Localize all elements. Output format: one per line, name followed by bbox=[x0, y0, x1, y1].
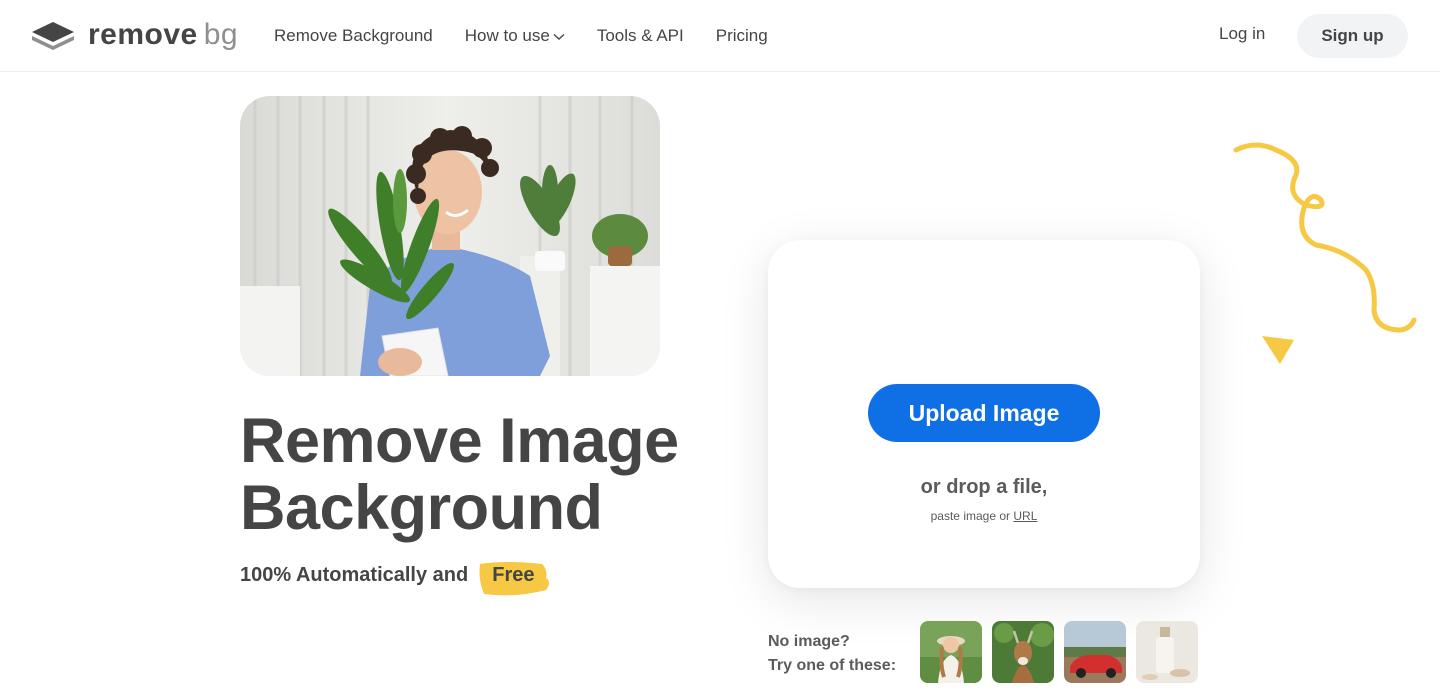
logo-icon bbox=[32, 22, 74, 50]
sample-label-line-2: Try one of these: bbox=[768, 657, 897, 674]
drop-file-text: or drop a file, bbox=[920, 476, 1048, 498]
top-navbar: remove bg Remove Background How to use To… bbox=[0, 0, 1440, 72]
nav-how-to-use[interactable]: How to use bbox=[465, 26, 565, 46]
chevron-down-icon bbox=[553, 33, 565, 40]
sample-car[interactable] bbox=[1064, 621, 1126, 683]
sample-label-line-1: No image? bbox=[768, 633, 850, 650]
paste-hint-text: paste image or bbox=[930, 509, 1011, 523]
upload-dropzone[interactable]: Upload Image or drop a file, paste image… bbox=[768, 240, 1200, 588]
signup-button[interactable]: Sign up bbox=[1297, 14, 1408, 58]
sample-cosmetics[interactable] bbox=[1136, 621, 1198, 683]
upload-image-button[interactable]: Upload Image bbox=[868, 384, 1100, 442]
nav-pricing[interactable]: Pricing bbox=[716, 26, 768, 46]
sample-woman[interactable] bbox=[920, 621, 982, 683]
sample-images bbox=[920, 621, 1208, 683]
free-highlight: Free bbox=[476, 560, 550, 596]
sample-images-label: No image? Try one of these: bbox=[768, 630, 896, 678]
hero-subtitle: 100% Automatically and Free bbox=[240, 560, 550, 596]
login-link[interactable]: Log in bbox=[1219, 24, 1265, 44]
title-line-2: Background bbox=[240, 473, 603, 543]
hero-image bbox=[240, 96, 660, 376]
logo-wordmark: remove bg bbox=[88, 18, 239, 51]
main-nav: Remove Background How to use Tools & API… bbox=[274, 0, 800, 72]
nav-tools-api[interactable]: Tools & API bbox=[597, 26, 684, 46]
nav-remove-background[interactable]: Remove Background bbox=[274, 26, 433, 46]
free-label: Free bbox=[492, 564, 535, 586]
sample-deer[interactable] bbox=[992, 621, 1054, 683]
paste-hint: paste image or URL bbox=[768, 509, 1200, 523]
subtitle-text: 100% Automatically and bbox=[240, 564, 469, 586]
removebg-logo[interactable]: remove bg bbox=[30, 18, 238, 52]
page-title: Remove Image Background bbox=[240, 408, 760, 542]
nav-how-to-use-label: How to use bbox=[464, 26, 550, 45]
decorative-squiggle bbox=[1233, 142, 1417, 333]
decorative-triangle bbox=[1262, 336, 1294, 364]
title-line-1: Remove Image bbox=[240, 406, 679, 476]
url-link[interactable]: URL bbox=[1013, 509, 1037, 523]
